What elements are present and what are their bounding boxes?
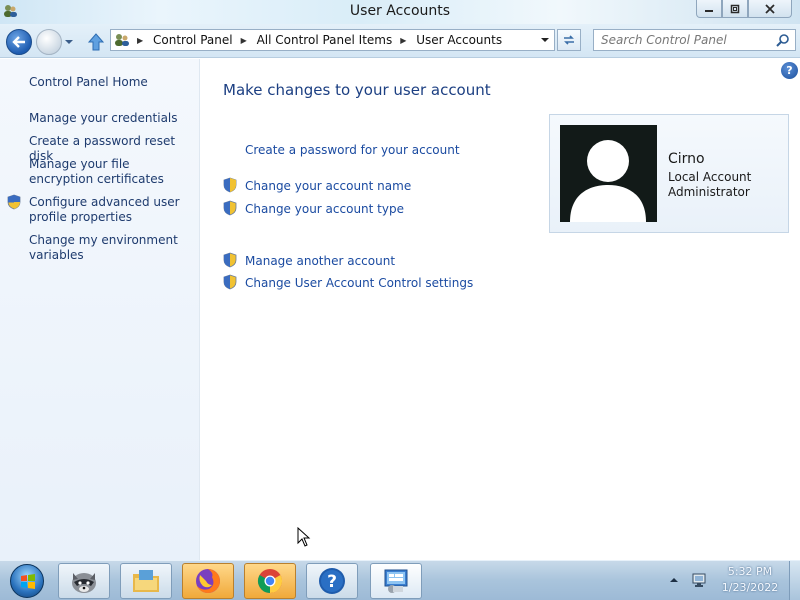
user-silhouette-icon	[570, 140, 646, 222]
account-type-label: Local Account	[668, 170, 752, 184]
minimize-icon	[705, 9, 713, 12]
title-bar: User Accounts	[0, 0, 800, 24]
left-pane: Control Panel Home Manage your credentia…	[0, 59, 200, 560]
breadcrumb-separator[interactable]: ▶	[392, 36, 416, 45]
start-button[interactable]	[4, 562, 50, 600]
uac-shield-icon	[223, 200, 237, 216]
file-explorer-icon	[133, 570, 159, 592]
taskbar: ? 5:32 PM 1/23/2022	[0, 560, 800, 600]
uac-shield-icon	[223, 177, 237, 193]
mouse-cursor-icon	[297, 527, 311, 547]
windows-logo-icon	[10, 564, 44, 598]
breadcrumb-user-accounts[interactable]: User Accounts	[416, 33, 502, 47]
back-button[interactable]	[6, 29, 32, 55]
manage-credentials-link[interactable]: Manage your credentials	[29, 111, 199, 126]
arrow-left-icon	[12, 36, 25, 48]
chrome-icon	[257, 569, 283, 593]
show-desktop-button[interactable]	[789, 561, 800, 600]
navigation-bar: ▶ Control Panel ▶ All Control Panel Item…	[0, 24, 800, 58]
close-button[interactable]	[748, 0, 792, 18]
main-content: ? Make changes to your user account Crea…	[201, 59, 800, 560]
search-box[interactable]	[593, 29, 796, 51]
control-panel-icon	[384, 569, 408, 593]
user-name: Cirno	[668, 151, 705, 167]
raccoon-app-icon	[72, 573, 96, 593]
show-hidden-icons-icon[interactable]	[669, 575, 679, 585]
control-panel-home-link[interactable]: Control Panel Home	[29, 75, 199, 90]
control-panel-icon	[115, 34, 129, 46]
breadcrumb-separator[interactable]: ▶	[233, 36, 257, 45]
taskbar-raccoon-app[interactable]	[58, 563, 110, 599]
user-account-card: Cirno Local Account Administrator	[549, 114, 789, 233]
clock-time: 5:32 PM	[727, 565, 773, 578]
taskbar-chrome[interactable]	[244, 563, 296, 599]
window-title: User Accounts	[349, 3, 451, 19]
address-bar[interactable]: ▶ Control Panel ▶ All Control Panel Item…	[110, 29, 555, 51]
uac-shield-icon	[223, 252, 237, 268]
firefox-icon	[196, 569, 220, 593]
breadcrumb-separator[interactable]: ▶	[135, 36, 153, 45]
help-icon[interactable]: ?	[781, 62, 798, 79]
manage-file-encryption-link[interactable]: Manage your file encryption certificates	[29, 157, 189, 187]
avatar	[560, 125, 657, 222]
up-arrow-icon[interactable]	[86, 32, 106, 52]
window-controls	[696, 0, 792, 18]
help-icon: ?	[319, 568, 345, 594]
restore-icon	[730, 4, 740, 13]
refresh-icon	[564, 35, 574, 45]
clock-date: 1/23/2022	[721, 581, 779, 594]
taskbar-firefox[interactable]	[182, 563, 234, 599]
breadcrumb-control-panel[interactable]: Control Panel	[153, 33, 233, 47]
taskbar-control-panel[interactable]	[370, 563, 422, 599]
manage-another-account-link[interactable]: Manage another account	[245, 254, 395, 268]
svg-text:?: ?	[327, 572, 337, 592]
refresh-button[interactable]	[557, 29, 581, 51]
account-role-label: Administrator	[668, 185, 750, 199]
breadcrumb-all-items[interactable]: All Control Panel Items	[257, 33, 393, 47]
taskbar-help[interactable]: ?	[306, 563, 358, 599]
page-heading: Make changes to your user account	[223, 81, 491, 99]
restore-button[interactable]	[722, 0, 748, 18]
change-uac-settings-link[interactable]: Change User Account Control settings	[245, 276, 473, 290]
recent-pages-dropdown-icon[interactable]	[64, 37, 74, 47]
create-password-link[interactable]: Create a password for your account	[245, 143, 460, 157]
change-environment-variables-link[interactable]: Change my environment variables	[29, 233, 189, 263]
change-account-name-link[interactable]: Change your account name	[245, 179, 411, 193]
search-input[interactable]	[594, 30, 764, 50]
uac-shield-icon	[7, 194, 21, 210]
configure-advanced-profile-link[interactable]: Configure advanced user profile properti…	[29, 195, 189, 225]
close-icon	[765, 3, 775, 14]
taskbar-file-explorer[interactable]	[120, 563, 172, 599]
minimize-button[interactable]	[696, 0, 722, 18]
uac-shield-icon	[223, 274, 237, 290]
forward-button[interactable]	[36, 29, 62, 55]
search-icon[interactable]	[776, 33, 790, 47]
address-dropdown-icon[interactable]	[540, 35, 550, 45]
change-account-type-link[interactable]: Change your account type	[245, 202, 404, 216]
network-icon[interactable]	[690, 571, 708, 589]
system-clock[interactable]: 5:32 PM 1/23/2022	[716, 564, 784, 596]
